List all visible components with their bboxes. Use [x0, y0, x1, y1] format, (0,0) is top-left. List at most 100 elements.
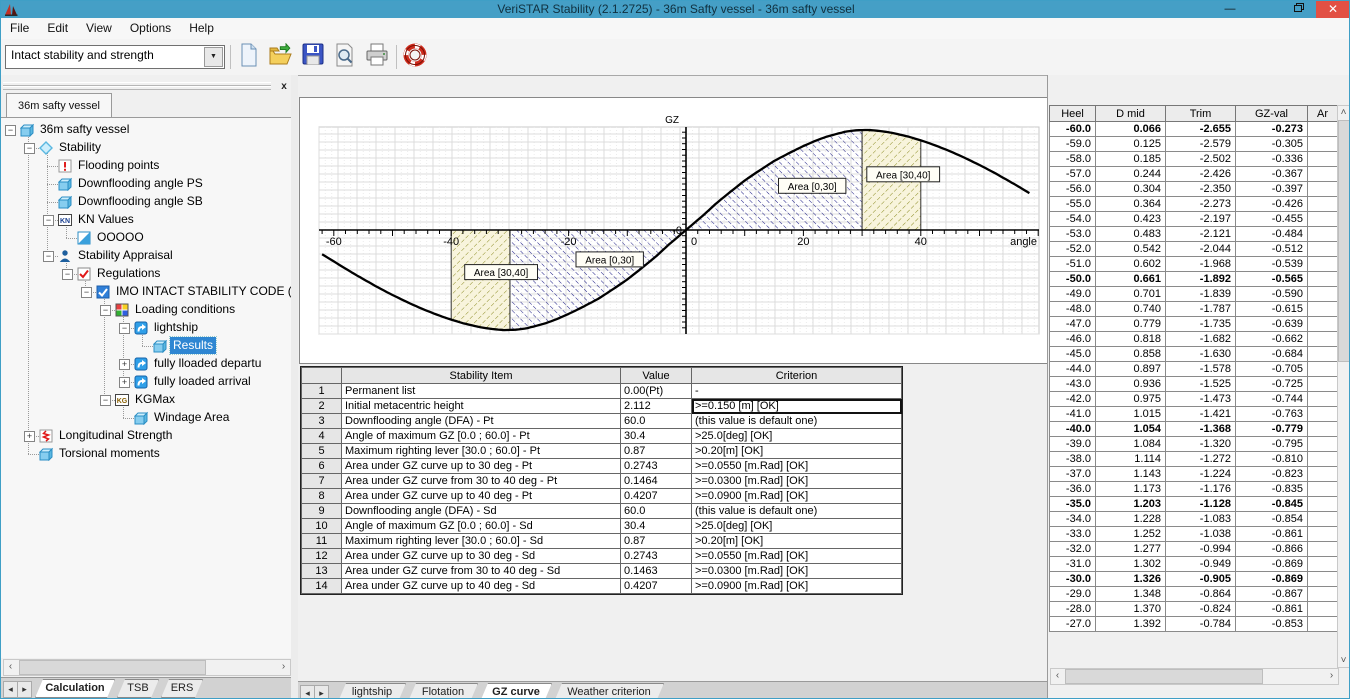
tabs-scroll-right-icon[interactable]: ▸	[17, 681, 32, 698]
tree-item-label[interactable]: Stability	[56, 139, 104, 156]
results-row[interactable]: -49.00.701-1.839-0.590	[1050, 287, 1338, 302]
stability-row-8[interactable]: 8 Area under GZ curve up to 40 deg - Pt …	[302, 489, 902, 504]
tree-item-kgmax[interactable]: −KGKGMax	[1, 391, 291, 409]
results-row[interactable]: -39.01.084-1.320-0.795	[1050, 437, 1338, 452]
results-row[interactable]: -33.01.252-1.038-0.861	[1050, 527, 1338, 542]
tree-item-downflooding-angle-ps[interactable]: Downflooding angle PS	[1, 175, 291, 193]
results-row[interactable]: -59.00.125-2.579-0.305	[1050, 137, 1338, 152]
results-row[interactable]: -35.01.203-1.128-0.845	[1050, 497, 1338, 512]
tree-item-torsional-moments[interactable]: Torsional moments	[1, 445, 291, 463]
scroll-right-icon[interactable]: ›	[277, 660, 290, 673]
tree-item-regulations[interactable]: − Regulations	[1, 265, 291, 283]
results-row[interactable]: -43.00.936-1.525-0.725	[1050, 377, 1338, 392]
tree-item-label[interactable]: Torsional moments	[56, 445, 163, 462]
tree-expander[interactable]: −	[62, 269, 73, 280]
results-row[interactable]: -55.00.364-2.273-0.426	[1050, 197, 1338, 212]
results-row[interactable]: -36.01.173-1.176-0.835	[1050, 482, 1338, 497]
results-row[interactable]: -60.00.066-2.655-0.273	[1050, 122, 1338, 137]
tree-item-label[interactable]: fully lloaded departu	[151, 355, 264, 372]
results-row[interactable]: -53.00.483-2.121-0.484	[1050, 227, 1338, 242]
results-row[interactable]: -37.01.143-1.224-0.823	[1050, 467, 1338, 482]
stability-row-7[interactable]: 7 Area under GZ curve from 30 to 40 deg …	[302, 474, 902, 489]
tree-item-label[interactable]: Results	[170, 337, 216, 354]
stability-row-13[interactable]: 13 Area under GZ curve from 30 to 40 deg…	[302, 564, 902, 579]
results-horizontal-scrollbar[interactable]: ‹ ›	[1050, 668, 1339, 685]
tree-item-downflooding-angle-sb[interactable]: Downflooding angle SB	[1, 193, 291, 211]
stability-row-2[interactable]: 2 Initial metacentric height 2.112 >=0.1…	[302, 399, 902, 414]
results-row[interactable]: -45.00.858-1.630-0.684	[1050, 347, 1338, 362]
tree-horizontal-scrollbar[interactable]: ‹ ›	[3, 659, 291, 676]
stability-row-10[interactable]: 10 Angle of maximum GZ [0.0 ; 60.0] - Sd…	[302, 519, 902, 534]
results-row[interactable]: -40.01.054-1.368-0.779	[1050, 422, 1338, 437]
minimize-button[interactable]: —	[1213, 1, 1247, 18]
stability-row-14[interactable]: 14 Area under GZ curve up to 40 deg - Sd…	[302, 579, 902, 594]
tree-item-label[interactable]: Longitudinal Strength	[56, 427, 175, 444]
tree-expander[interactable]: +	[119, 377, 130, 388]
tab-ers[interactable]: ERS	[161, 679, 203, 698]
results-row[interactable]: -30.01.326-0.905-0.869	[1050, 572, 1338, 587]
results-row[interactable]: -58.00.185-2.502-0.336	[1050, 152, 1338, 167]
menu-item-file[interactable]: File	[1, 18, 38, 39]
tab-calculation[interactable]: Calculation	[35, 679, 115, 698]
tree-item-fully-lloaded-departu[interactable]: +fully lloaded departu	[1, 355, 291, 373]
tree-item-imo-intact-stability-code-20[interactable]: −IMO INTACT STABILITY CODE (20	[1, 283, 291, 301]
stability-row-3[interactable]: 3 Downflooding angle (DFA) - Pt 60.0 (th…	[302, 414, 902, 429]
open-file-button[interactable]	[268, 43, 294, 70]
tree-item-stability-appraisal[interactable]: − Stability Appraisal	[1, 247, 291, 265]
results-row[interactable]: -51.00.602-1.968-0.539	[1050, 257, 1338, 272]
tree-item-results[interactable]: Results	[1, 337, 291, 355]
tree-item-label[interactable]: KN Values	[75, 211, 137, 228]
tree-item-windage-area[interactable]: Windage Area	[1, 409, 291, 427]
scroll-right-icon[interactable]: ›	[1325, 669, 1338, 682]
results-row[interactable]: -34.01.228-1.083-0.854	[1050, 512, 1338, 527]
tree-item-36m-safty-vessel[interactable]: − 36m safty vessel	[1, 121, 291, 139]
tree-item-label[interactable]: KGMax	[132, 391, 178, 408]
panel-grip[interactable]	[3, 86, 271, 90]
tabs-scroll-right-icon[interactable]: ▸	[314, 685, 329, 699]
results-row[interactable]: -44.00.897-1.578-0.705	[1050, 362, 1338, 377]
results-row[interactable]: -28.01.370-0.824-0.861	[1050, 602, 1338, 617]
tree-item-label[interactable]: fully loaded arrival	[151, 373, 254, 390]
stability-row-9[interactable]: 9 Downflooding angle (DFA) - Sd 60.0 (th…	[302, 504, 902, 519]
results-row[interactable]: -56.00.304-2.350-0.397	[1050, 182, 1338, 197]
tree-item-loading-conditions[interactable]: − Loading conditions	[1, 301, 291, 319]
results-row[interactable]: -29.01.348-0.864-0.867	[1050, 587, 1338, 602]
scroll-thumb[interactable]	[1065, 669, 1263, 684]
selected-cell[interactable]: >=0.150 [m] [OK]	[692, 399, 902, 414]
tree-expander[interactable]: −	[119, 323, 130, 334]
results-row[interactable]: -38.01.114-1.272-0.810	[1050, 452, 1338, 467]
tree-item-kn-values[interactable]: −KNKN Values	[1, 211, 291, 229]
tree-expander[interactable]: −	[43, 215, 54, 226]
tree-item-lightship[interactable]: −lightship	[1, 319, 291, 337]
tree-item-stability[interactable]: −Stability	[1, 139, 291, 157]
tree-expander[interactable]: −	[100, 395, 111, 406]
tree-expander[interactable]: −	[43, 251, 54, 262]
project-tab[interactable]: 36m safty vessel	[6, 93, 112, 118]
tab-flotation[interactable]: Flotation	[408, 683, 478, 699]
tree-item-label[interactable]: Stability Appraisal	[75, 247, 176, 264]
tree-expander[interactable]: −	[100, 305, 111, 316]
tree-item-label[interactable]: OOOOO	[94, 229, 147, 246]
scroll-up-icon[interactable]: ˄	[1338, 106, 1349, 119]
results-row[interactable]: -27.01.392-0.784-0.853	[1050, 617, 1338, 632]
tree-expander[interactable]: −	[5, 125, 16, 136]
scroll-thumb[interactable]	[19, 660, 206, 675]
tab-weather-criterion[interactable]: Weather criterion	[554, 683, 664, 699]
tree-item-label[interactable]: Regulations	[94, 265, 163, 282]
results-row[interactable]: -41.01.015-1.421-0.763	[1050, 407, 1338, 422]
scroll-down-icon[interactable]: ˅	[1338, 654, 1349, 667]
results-row[interactable]: -50.00.661-1.892-0.565	[1050, 272, 1338, 287]
tree-item-label[interactable]: Loading conditions	[132, 301, 238, 318]
results-row[interactable]: -32.01.277-0.994-0.866	[1050, 542, 1338, 557]
panel-splitter[interactable]	[291, 75, 298, 699]
scroll-left-icon[interactable]: ‹	[4, 660, 17, 673]
tree-item-longitudinal-strength[interactable]: +Longitudinal Strength	[1, 427, 291, 445]
menu-item-options[interactable]: Options	[121, 18, 180, 39]
life-buoy-button[interactable]	[402, 43, 428, 70]
results-row[interactable]: -31.01.302-0.949-0.869	[1050, 557, 1338, 572]
close-button[interactable]: ✕	[1316, 1, 1350, 18]
scroll-left-icon[interactable]: ‹	[1051, 669, 1064, 682]
save-button[interactable]	[300, 43, 326, 70]
results-row[interactable]: -46.00.818-1.682-0.662	[1050, 332, 1338, 347]
tree-item-label[interactable]: 36m safty vessel	[37, 121, 132, 138]
